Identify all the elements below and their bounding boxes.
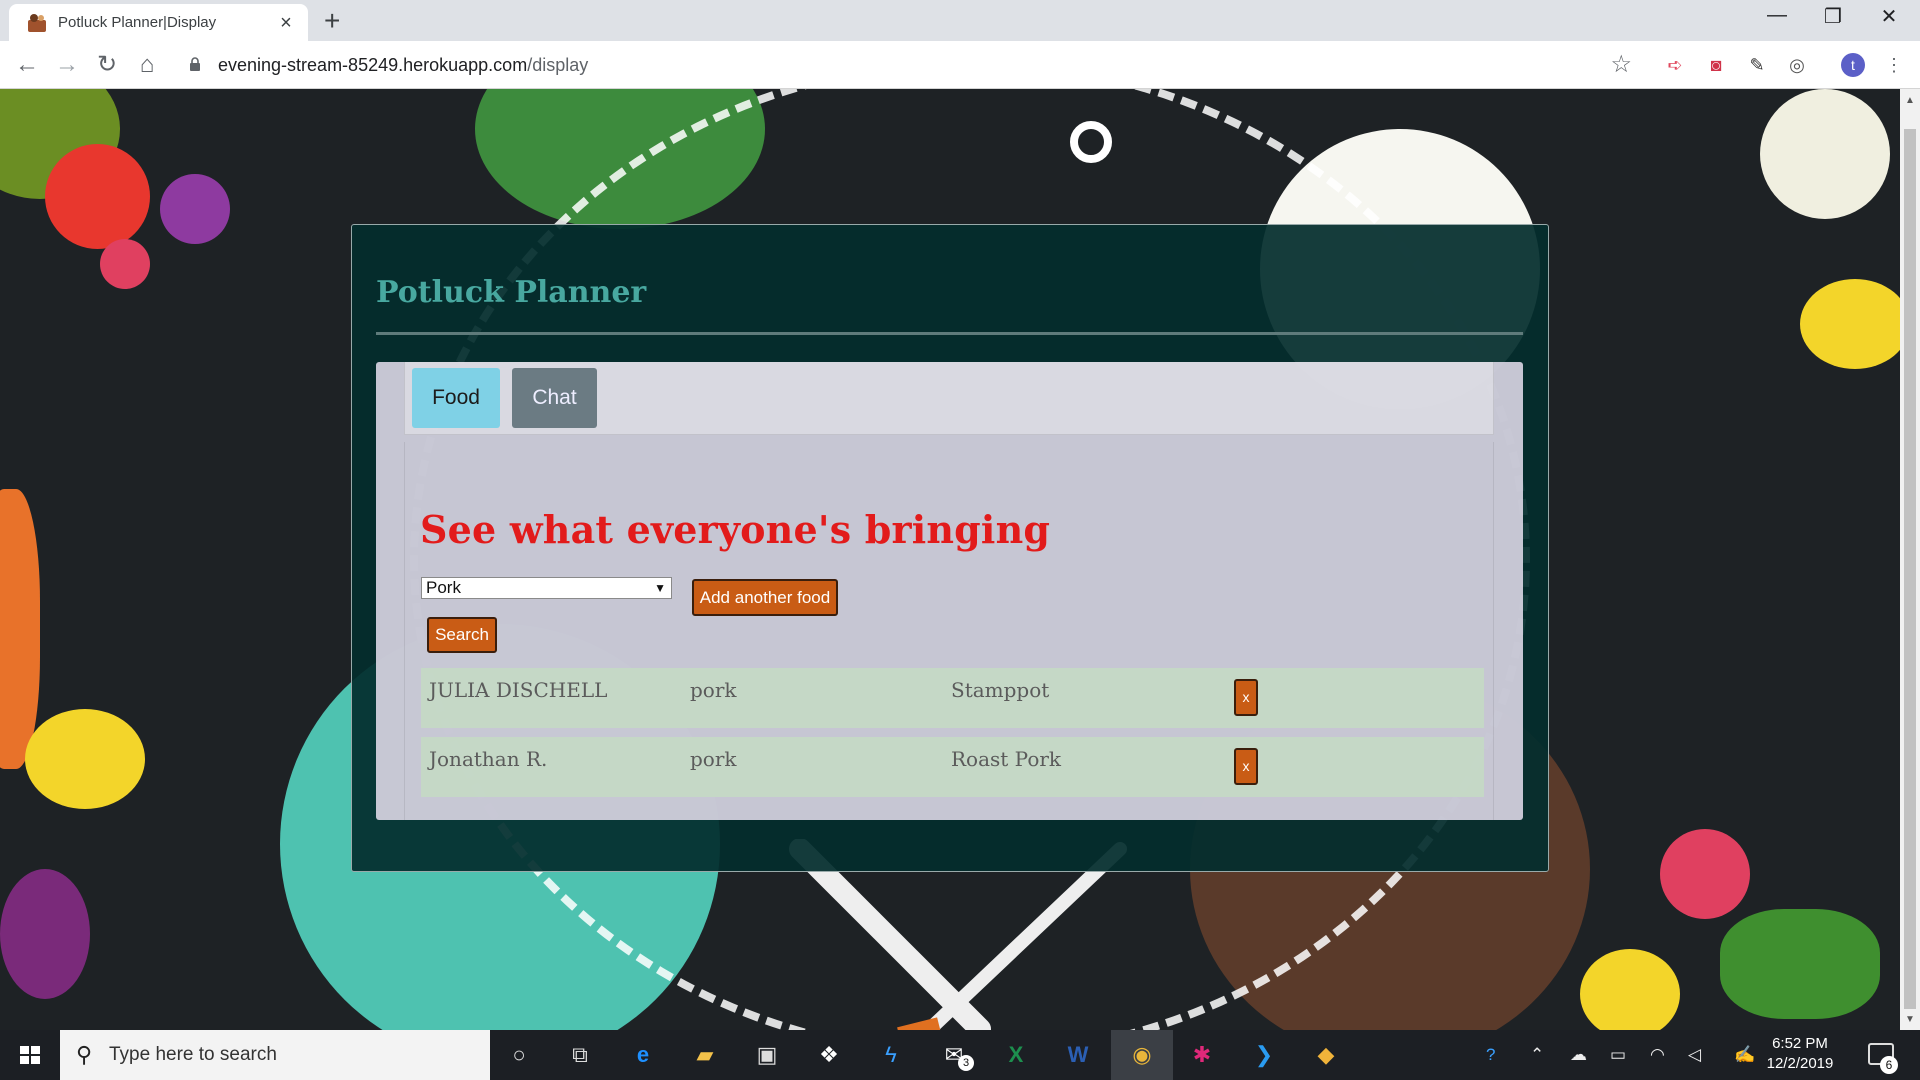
maximize-button[interactable]: ❐: [1810, 4, 1856, 29]
clock-time: 6:52 PM: [1772, 1035, 1828, 1052]
lock-icon: [190, 57, 200, 71]
scroll-up-arrow-icon[interactable]: ▲: [1900, 95, 1920, 106]
dropdown-arrow-icon: ▼: [654, 581, 666, 595]
row-name: JULIA DISCHELL: [429, 678, 608, 702]
wifi-icon[interactable]: ◠: [1650, 1045, 1665, 1065]
delete-row-button[interactable]: x: [1234, 679, 1258, 716]
lemon-bottom-illustration: [1580, 949, 1680, 1030]
tray-chevron-up-icon[interactable]: ⌃: [1530, 1045, 1544, 1065]
back-arrow-icon[interactable]: ←: [12, 50, 42, 80]
excel-icon[interactable]: X: [1000, 1039, 1032, 1071]
scrollbar-thumb[interactable]: [1904, 129, 1916, 1009]
battery-icon[interactable]: ▭: [1610, 1045, 1626, 1065]
bookmark-star-icon[interactable]: ☆: [1610, 50, 1632, 79]
carrot-illustration: [0, 489, 40, 769]
url-host: evening-stream-85249.herokuapp.com: [218, 55, 528, 75]
url-text: evening-stream-85249.herokuapp.com/displ…: [218, 55, 588, 76]
store-icon[interactable]: ▣: [751, 1039, 783, 1071]
page-viewport: Potluck Planner Food Chat See what every…: [0, 89, 1900, 1030]
card-container: Food Chat See what everyone's bringing P…: [376, 362, 1523, 820]
address-bar[interactable]: evening-stream-85249.herokuapp.com/displ…: [180, 47, 1640, 83]
row-dish: Stamppot: [951, 678, 1050, 702]
tomato-illustration: [45, 144, 150, 249]
tab-chat[interactable]: Chat: [512, 368, 597, 428]
taskbar-search-box[interactable]: ⚲ Type here to search: [60, 1030, 490, 1080]
food-category-select[interactable]: Pork ▼: [421, 577, 672, 599]
slack-icon[interactable]: ✱: [1186, 1039, 1218, 1071]
help-icon[interactable]: ?: [1486, 1045, 1495, 1065]
lightning-app-icon[interactable]: ϟ: [875, 1039, 907, 1071]
task-view-icon[interactable]: ⧉: [564, 1039, 596, 1071]
row-category: pork: [690, 678, 737, 702]
page-scrollbar[interactable]: ▲ ▼: [1900, 89, 1920, 1030]
extension-share-icon[interactable]: ➪: [1663, 53, 1687, 77]
ring-decoration: [1070, 121, 1112, 163]
title-divider: [376, 332, 1523, 335]
table-row: JULIA DISCHELL pork Stamppot x: [421, 668, 1484, 728]
dropbox-icon[interactable]: ❖: [813, 1039, 845, 1071]
reload-icon[interactable]: ↻: [92, 50, 122, 80]
pen-ink-icon[interactable]: ✍: [1734, 1045, 1755, 1065]
basil-leaf-illustration: [160, 174, 230, 244]
edge-icon[interactable]: e: [627, 1039, 659, 1071]
profile-avatar[interactable]: t: [1841, 53, 1865, 77]
word-icon[interactable]: W: [1062, 1039, 1094, 1071]
close-window-button[interactable]: ✕: [1866, 4, 1912, 29]
select-value: Pork: [426, 578, 461, 597]
lemon-left-illustration: [25, 709, 145, 809]
row-name: Jonathan R.: [429, 747, 548, 771]
home-icon[interactable]: ⌂: [132, 50, 162, 80]
cortana-icon[interactable]: ○: [503, 1039, 535, 1071]
apple-illustration: [1760, 89, 1890, 219]
app-title: Potluck Planner: [376, 275, 647, 310]
onedrive-cloud-icon[interactable]: ☁: [1570, 1045, 1587, 1065]
row-dish: Roast Pork: [951, 747, 1062, 771]
grapes-illustration: [0, 869, 90, 999]
add-food-button[interactable]: Add another food: [692, 579, 838, 616]
browser-tab[interactable]: Potluck Planner|Display ×: [9, 4, 308, 41]
new-tab-button[interactable]: +: [324, 7, 340, 35]
scroll-down-arrow-icon[interactable]: ▼: [1900, 1014, 1920, 1025]
tab-food[interactable]: Food: [412, 368, 500, 428]
windows-start-icon[interactable]: [0, 1030, 60, 1080]
nav-tabs: Food Chat: [404, 362, 1494, 435]
search-icon: ⚲: [76, 1042, 93, 1067]
extension-circle-icon[interactable]: ◎: [1785, 53, 1809, 77]
chrome-icon[interactable]: ◉: [1126, 1039, 1158, 1071]
tab-title: Potluck Planner|Display: [58, 14, 217, 31]
table-row: Jonathan R. pork Roast Pork x: [421, 737, 1484, 797]
url-path: /display: [527, 55, 589, 75]
radish-right-illustration: [1660, 829, 1750, 919]
taskbar-search-placeholder: Type here to search: [109, 1044, 277, 1065]
minimize-button[interactable]: —: [1754, 4, 1800, 27]
browser-toolbar: ← → ↻ ⌂ evening-stream-85249.herokuapp.c…: [0, 41, 1920, 89]
cucumber-illustration: [1720, 909, 1880, 1019]
search-button[interactable]: Search: [427, 617, 497, 653]
lemon-illustration: [1800, 279, 1900, 369]
pocket-extension-icon[interactable]: ◙: [1704, 53, 1728, 77]
tab-close-icon[interactable]: ×: [276, 13, 296, 33]
browser-tabstrip: Potluck Planner|Display × + — ❐ ✕: [0, 0, 1920, 41]
pen-extension-icon[interactable]: ✎: [1745, 53, 1769, 77]
notification-count-badge: 6: [1880, 1056, 1898, 1074]
file-explorer-icon[interactable]: ▰: [689, 1039, 721, 1071]
main-panel: Potluck Planner Food Chat See what every…: [351, 224, 1549, 872]
row-category: pork: [690, 747, 737, 771]
delete-row-button[interactable]: x: [1234, 748, 1258, 785]
vscode-icon[interactable]: ❯: [1248, 1039, 1280, 1071]
radish-illustration: [100, 239, 150, 289]
forward-arrow-icon[interactable]: →: [52, 50, 82, 80]
clock-date: 12/2/2019: [1766, 1055, 1834, 1072]
mail-badge: 3: [958, 1055, 974, 1071]
menu-kebab-icon[interactable]: ⋮: [1882, 53, 1906, 77]
potluck-favicon-icon: [28, 13, 46, 32]
food-tab-content: See what everyone's bringing Pork ▼ Add …: [404, 442, 1494, 820]
windows-taskbar: ⚲ Type here to search ○ ⧉ e ▰ ▣ ❖ ϟ ✉ 3 …: [0, 1030, 1920, 1080]
volume-icon[interactable]: ◁: [1688, 1045, 1701, 1065]
taskbar-clock[interactable]: 6:52 PM 12/2/2019: [1755, 1034, 1845, 1074]
page-heading: See what everyone's bringing: [420, 507, 1051, 552]
git-kraken-icon[interactable]: ◆: [1310, 1039, 1342, 1071]
